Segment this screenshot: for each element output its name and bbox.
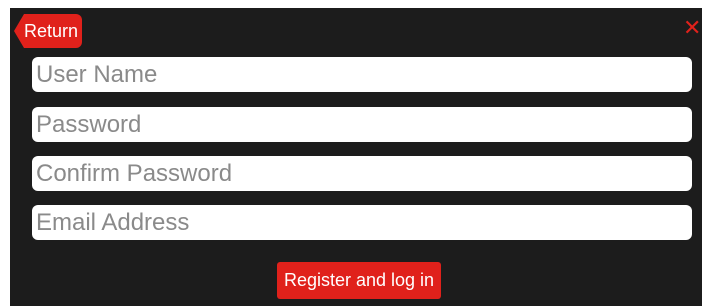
username-field[interactable] — [32, 57, 692, 92]
confirm-password-field[interactable] — [32, 156, 692, 191]
return-button[interactable]: Return — [14, 14, 82, 48]
close-icon[interactable]: ✕ — [683, 14, 702, 44]
register-and-login-button[interactable]: Register and log in — [277, 262, 441, 299]
email-field[interactable] — [32, 205, 692, 240]
password-field[interactable] — [32, 107, 692, 142]
